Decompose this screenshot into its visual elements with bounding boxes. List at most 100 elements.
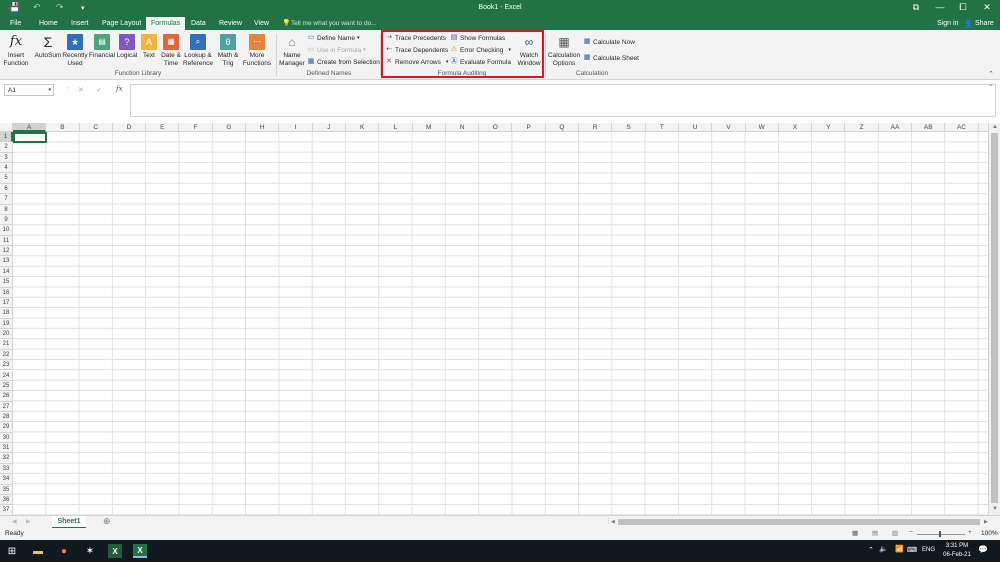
row-header-15[interactable]: 15 xyxy=(0,277,13,288)
column-header-z[interactable]: Z xyxy=(846,123,879,132)
share-icon[interactable]: 👤 xyxy=(964,20,973,28)
row-header-17[interactable]: 17 xyxy=(0,297,13,309)
row-header-7[interactable]: 7 xyxy=(0,194,13,205)
calculate-now-button[interactable]: ▦ Calculate Now xyxy=(583,38,635,46)
firefox-icon[interactable]: ● xyxy=(57,544,71,558)
row-header-4[interactable]: 4 xyxy=(0,163,13,174)
column-header-f[interactable]: F xyxy=(180,123,213,132)
chevron-down-icon[interactable]: ▾ xyxy=(48,87,51,93)
column-header-e[interactable]: E xyxy=(146,123,180,132)
row-header-10[interactable]: 10 xyxy=(0,225,13,236)
language-indicator[interactable]: ENG xyxy=(922,547,935,553)
column-header-aa[interactable]: AA xyxy=(879,123,913,132)
restore-button[interactable]: ⧠ xyxy=(953,2,973,13)
text-button[interactable]: A Text xyxy=(140,34,158,60)
collapse-ribbon-icon[interactable]: ⌃ xyxy=(988,70,994,78)
enter-icon[interactable]: ✓ xyxy=(96,86,102,94)
tab-file[interactable]: File xyxy=(10,20,21,27)
select-all-button[interactable] xyxy=(0,123,13,132)
show-hidden-icons[interactable]: ⌃ xyxy=(868,546,874,554)
column-header-u[interactable]: U xyxy=(679,123,713,132)
row-header-16[interactable]: 16 xyxy=(0,287,13,298)
column-header-j[interactable]: J xyxy=(313,123,346,132)
row-header-12[interactable]: 12 xyxy=(0,246,13,257)
row-header-24[interactable]: 24 xyxy=(0,370,13,381)
zoom-slider-thumb[interactable] xyxy=(939,531,941,537)
drag-handle-icon[interactable]: ⋮ xyxy=(64,86,71,94)
row-header-18[interactable]: 18 xyxy=(0,308,13,319)
more-functions-button[interactable]: ⋯ More Functions xyxy=(241,34,273,68)
zoom-in-icon[interactable]: + xyxy=(968,529,972,536)
math-trig-button[interactable]: θ Math & Trig xyxy=(215,34,241,68)
row-header-20[interactable]: 20 xyxy=(0,329,13,340)
column-header-ab[interactable]: AB xyxy=(912,123,946,132)
tell-me-search[interactable]: Tell me what you want to do... xyxy=(291,20,377,27)
tab-insert[interactable]: Insert xyxy=(71,20,89,27)
row-header-27[interactable]: 27 xyxy=(0,401,13,412)
column-header-r[interactable]: R xyxy=(579,123,613,132)
tab-page-layout[interactable]: Page Layout xyxy=(102,20,141,27)
sign-in-link[interactable]: Sign in xyxy=(937,20,958,27)
row-header-2[interactable]: 2 xyxy=(0,142,13,153)
row-header-6[interactable]: 6 xyxy=(0,183,13,195)
row-header-25[interactable]: 25 xyxy=(0,380,13,392)
insert-function-icon[interactable]: fx xyxy=(116,85,123,93)
keyboard-icon[interactable]: ⌨ xyxy=(907,546,917,554)
clock-time[interactable]: 3:31 PM xyxy=(941,543,973,549)
scroll-sheets-right-icon[interactable]: ▶ xyxy=(26,518,31,525)
row-header-26[interactable]: 26 xyxy=(0,391,13,402)
scroll-right-icon[interactable]: ▶ xyxy=(984,519,988,525)
expand-formula-bar-icon[interactable]: ⌃ xyxy=(988,84,993,91)
row-header-19[interactable]: 19 xyxy=(0,318,13,330)
notifications-icon[interactable]: 💬 xyxy=(978,545,988,554)
column-header-n[interactable]: N xyxy=(446,123,480,132)
scroll-thumb[interactable] xyxy=(991,133,998,503)
scroll-down-icon[interactable]: ▼ xyxy=(992,506,998,512)
recently-used-button[interactable]: ★ Recently Used xyxy=(62,34,88,68)
row-header-33[interactable]: 33 xyxy=(0,463,13,475)
column-header-v[interactable]: V xyxy=(712,123,746,132)
excel-active-icon[interactable]: X xyxy=(133,544,147,558)
column-header-q[interactable]: Q xyxy=(546,123,580,132)
add-sheet-icon[interactable]: ⊕ xyxy=(103,516,111,527)
row-header-1[interactable]: 1 xyxy=(0,132,13,143)
column-header-d[interactable]: D xyxy=(113,123,147,132)
row-header-22[interactable]: 22 xyxy=(0,349,13,361)
windows-start-icon[interactable]: ⊞ xyxy=(5,544,19,558)
column-header-m[interactable]: M xyxy=(413,123,446,132)
clock-date[interactable]: 06-Feb-21 xyxy=(941,552,973,558)
tab-review[interactable]: Review xyxy=(219,20,242,27)
column-header-w[interactable]: W xyxy=(746,123,779,132)
row-header-37[interactable]: 37 xyxy=(0,505,13,515)
calculate-sheet-button[interactable]: ▦ Calculate Sheet xyxy=(583,54,639,62)
tab-data[interactable]: Data xyxy=(191,20,206,27)
create-from-selection-button[interactable]: ▦ Create from Selection xyxy=(307,58,380,66)
page-layout-view-icon[interactable]: ▤ xyxy=(872,529,878,537)
row-header-36[interactable]: 36 xyxy=(0,494,13,506)
autosum-button[interactable]: Σ AutoSum xyxy=(34,34,62,60)
zoom-level[interactable]: 100% xyxy=(981,530,998,537)
row-header-11[interactable]: 11 xyxy=(0,235,13,247)
column-header-k[interactable]: K xyxy=(346,123,380,132)
row-header-30[interactable]: 30 xyxy=(0,432,13,444)
column-header-b[interactable]: B xyxy=(46,123,80,132)
row-header-8[interactable]: 8 xyxy=(0,204,13,215)
row-header-34[interactable]: 34 xyxy=(0,474,13,485)
row-header-31[interactable]: 31 xyxy=(0,443,13,454)
calculation-options-button[interactable]: ▦ Calculation Options xyxy=(547,34,581,68)
column-header-y[interactable]: Y xyxy=(812,123,846,132)
network-icon[interactable]: 📶 xyxy=(895,545,904,553)
column-header-h[interactable]: H xyxy=(246,123,280,132)
volume-icon[interactable]: 🔈 xyxy=(879,545,888,553)
define-name-button[interactable]: ▭ Define Name ▾ xyxy=(307,34,360,42)
column-header-i[interactable]: I xyxy=(279,123,313,132)
column-header-s[interactable]: S xyxy=(612,123,646,132)
cancel-icon[interactable]: ✕ xyxy=(78,86,84,94)
row-header-5[interactable]: 5 xyxy=(0,173,13,184)
zoom-slider[interactable] xyxy=(917,534,965,535)
column-header-a[interactable]: A xyxy=(13,123,47,132)
row-header-23[interactable]: 23 xyxy=(0,360,13,371)
row-header-29[interactable]: 29 xyxy=(0,422,13,433)
formula-input[interactable] xyxy=(130,84,996,117)
row-header-28[interactable]: 28 xyxy=(0,411,13,423)
